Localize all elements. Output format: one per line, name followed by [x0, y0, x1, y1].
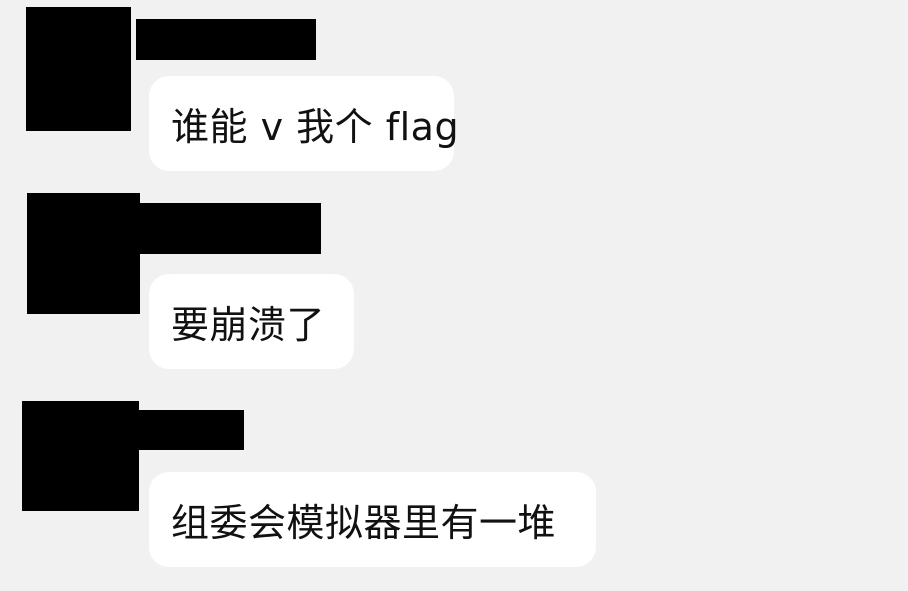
sender-name-redacted [136, 410, 244, 450]
avatar-redacted[interactable] [26, 7, 131, 131]
message-bubble[interactable]: 组委会模拟器里有一堆 [149, 472, 596, 567]
message-bubble[interactable]: 谁能 v 我个 flag [149, 76, 459, 171]
sender-name-redacted [136, 19, 316, 60]
message-text: 组委会模拟器里有一堆 [171, 501, 557, 545]
sender-name-redacted [137, 203, 321, 254]
chat-message: 组委会模拟器里有一堆 [0, 380, 908, 591]
message-text: 谁能 v 我个 flag [171, 105, 460, 149]
message-bubble[interactable]: 要崩溃了 [149, 274, 354, 369]
chat-message-list: 谁能 v 我个 flag 要崩溃了 组委会模拟器里有一堆 [0, 0, 908, 591]
chat-message: 要崩溃了 [0, 180, 908, 380]
avatar-redacted[interactable] [27, 193, 140, 314]
avatar-redacted[interactable] [22, 401, 139, 511]
message-text: 要崩溃了 [171, 303, 326, 347]
chat-message: 谁能 v 我个 flag [0, 0, 908, 180]
